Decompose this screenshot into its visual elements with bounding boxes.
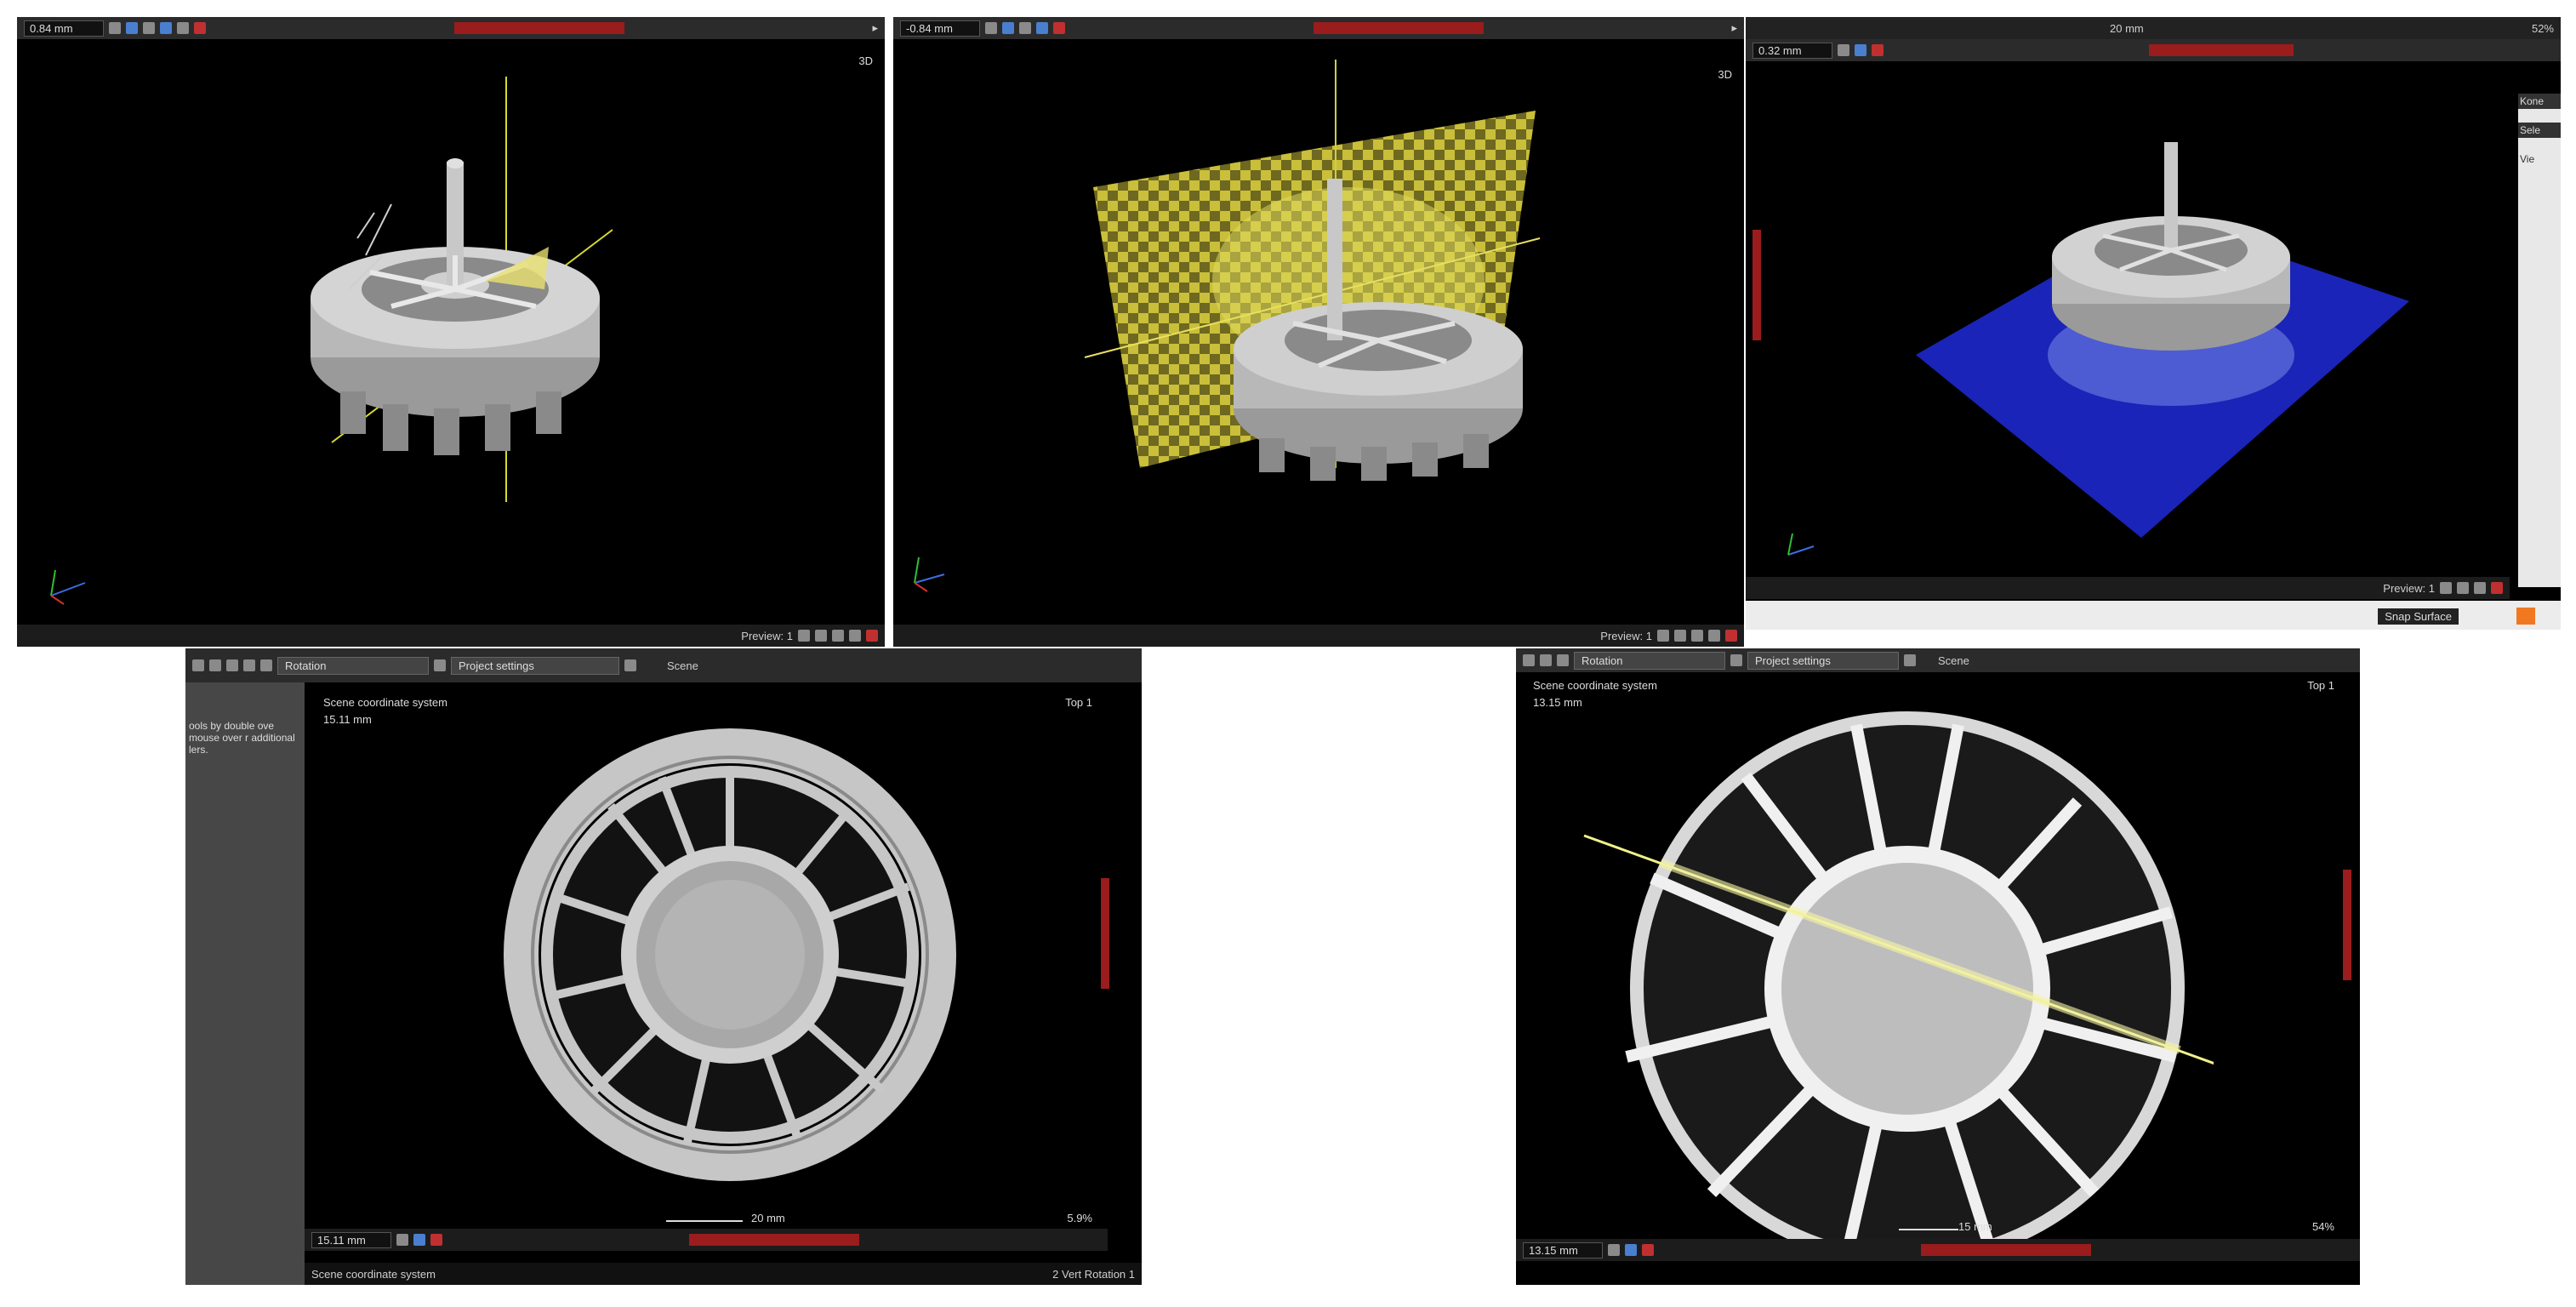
view-label: Top 1 xyxy=(1065,696,1092,709)
view-label: Top 1 xyxy=(2307,679,2334,692)
scene-tab[interactable]: Scene xyxy=(1938,654,1969,667)
scene-tab[interactable]: Scene xyxy=(667,659,698,672)
light-icon[interactable] xyxy=(815,630,827,642)
marker-icon[interactable] xyxy=(1872,44,1884,56)
viewport-slice-2[interactable]: Rotation Project settings Scene Scene co… xyxy=(1516,648,2360,1285)
top-toolbar: Rotation Project settings Scene xyxy=(1516,648,2360,672)
coord-title: Scene coordinate system xyxy=(323,696,447,709)
bottom-toolbar: Preview: 1 xyxy=(893,625,1744,647)
scalebar xyxy=(666,1220,743,1222)
part-rendering xyxy=(50,77,613,605)
grid-icon[interactable] xyxy=(2440,582,2452,594)
record-icon[interactable] xyxy=(866,630,878,642)
slice-slider[interactable] xyxy=(1752,230,1761,340)
bottom-toolbar: Preview: 1 xyxy=(17,625,885,647)
rotation-dropdown[interactable]: Rotation xyxy=(1574,651,1725,670)
window-icon[interactable] xyxy=(226,659,238,671)
comment-icon[interactable] xyxy=(243,659,255,671)
side-label-3: Vie xyxy=(2520,153,2535,165)
viewport-3d-plane[interactable]: -0.84 mm ▸ 3D Preview: 1 xyxy=(893,17,1744,647)
side-label-1: Kone xyxy=(2518,94,2561,109)
grid-icon[interactable] xyxy=(798,630,810,642)
scale-field[interactable]: 0.32 mm xyxy=(1752,42,1832,59)
light-icon[interactable] xyxy=(2457,582,2469,594)
bottom-toolbar: 15.11 mm xyxy=(305,1229,1108,1251)
settings-icon[interactable] xyxy=(1730,654,1742,666)
bottom-toolbar: 13.15 mm xyxy=(1516,1239,2360,1261)
render-icon[interactable] xyxy=(832,630,844,642)
scalebar xyxy=(1899,1229,1958,1230)
move-icon[interactable] xyxy=(1855,44,1866,56)
ct-slice xyxy=(1583,711,2214,1261)
part-rendering xyxy=(1787,142,2409,556)
crosshair-icon[interactable] xyxy=(396,1234,408,1246)
light-icon[interactable] xyxy=(1674,630,1686,642)
left-panel: ools by double ove mouse over r addition… xyxy=(185,682,305,1285)
filter-icon[interactable] xyxy=(1904,654,1916,666)
slice-slider[interactable] xyxy=(2343,870,2351,980)
project-settings-dropdown[interactable]: Project settings xyxy=(1747,651,1899,670)
render-icon[interactable] xyxy=(1691,630,1703,642)
project-settings-dropdown[interactable]: Project settings xyxy=(451,656,619,675)
bottom-toolbar: Preview: 1 xyxy=(1746,577,2510,599)
shading-icon[interactable] xyxy=(1708,630,1720,642)
preview-label: Preview: 1 xyxy=(1600,629,1652,642)
filter-icon[interactable] xyxy=(624,659,636,671)
zoom-label: 5.9% xyxy=(1067,1212,1092,1224)
rotation-dropdown[interactable]: Rotation xyxy=(277,656,429,675)
footer-left: Scene coordinate system xyxy=(311,1267,436,1281)
hint-text: ools by double ove mouse over r addition… xyxy=(189,720,295,756)
top-toolbar: 20 mm 52% xyxy=(1746,17,2561,39)
select-icon[interactable] xyxy=(1523,654,1535,666)
preview-label: Preview: 1 xyxy=(741,629,793,642)
slice-slider[interactable] xyxy=(1101,878,1109,989)
ct-slice xyxy=(504,728,956,1181)
move-icon[interactable] xyxy=(413,1234,425,1246)
marker-icon[interactable] xyxy=(430,1234,442,1246)
top-toolbar: Rotation Project settings Scene xyxy=(185,648,1142,682)
viewport-3d-axes[interactable]: 0.84 mm ▸ 3D Preview: 1 xyxy=(17,17,885,647)
footer-right: 2 Vert Rotation 1 xyxy=(1052,1267,1135,1281)
sub-toolbar: 0.32 mm xyxy=(1746,39,2561,61)
status-bar: Scene coordinate system 2 Vert Rotation … xyxy=(305,1263,1142,1285)
viewport-slice-1[interactable]: Rotation Project settings Scene ools by … xyxy=(185,648,1142,1285)
move-icon[interactable] xyxy=(209,659,221,671)
window-icon[interactable] xyxy=(1540,654,1552,666)
progress-bar xyxy=(689,1234,859,1246)
crosshair-icon[interactable] xyxy=(1838,44,1849,56)
scalebar-label: 15 mm xyxy=(1958,1220,1992,1233)
measure-icon[interactable] xyxy=(260,659,272,671)
record-icon[interactable] xyxy=(2491,582,2503,594)
grid-icon[interactable] xyxy=(1657,630,1669,642)
slice-field[interactable]: 13.15 mm xyxy=(1523,1241,1603,1258)
move-icon[interactable] xyxy=(1557,654,1569,666)
preview-label: Preview: 1 xyxy=(2383,581,2435,595)
scalebar-label: 20 mm xyxy=(2110,21,2144,35)
coord-value: 15.11 mm xyxy=(323,713,372,726)
status-bar: Snap Surface xyxy=(1746,601,2561,630)
side-label-2: Sele xyxy=(2518,123,2561,138)
settings-icon[interactable] xyxy=(434,659,446,671)
render-icon[interactable] xyxy=(2474,582,2486,594)
viewport-3d-floor[interactable]: 20 mm 52% 0.32 mm Preview: 1 Snap Surfac… xyxy=(1746,17,2561,630)
record-icon[interactable] xyxy=(1725,630,1737,642)
properties-panel: Kone Sele Vie xyxy=(2518,94,2561,587)
zoom-label: 54% xyxy=(2311,1220,2334,1233)
progress-bar xyxy=(2149,44,2294,56)
part-rendering xyxy=(914,60,1541,592)
crosshair-icon[interactable] xyxy=(1608,1244,1620,1256)
move-icon[interactable] xyxy=(1625,1244,1637,1256)
select-icon[interactable] xyxy=(192,659,204,671)
slice-field[interactable]: 15.11 mm xyxy=(311,1231,391,1248)
scalebar-label: 20 mm xyxy=(751,1212,785,1224)
snap-color-swatch[interactable] xyxy=(2516,608,2535,625)
marker-icon[interactable] xyxy=(1642,1244,1654,1256)
snap-label: Snap Surface xyxy=(2378,608,2459,625)
progress-bar xyxy=(1921,1244,2091,1256)
shading-icon[interactable] xyxy=(849,630,861,642)
zoom-label: 52% xyxy=(2531,21,2554,35)
